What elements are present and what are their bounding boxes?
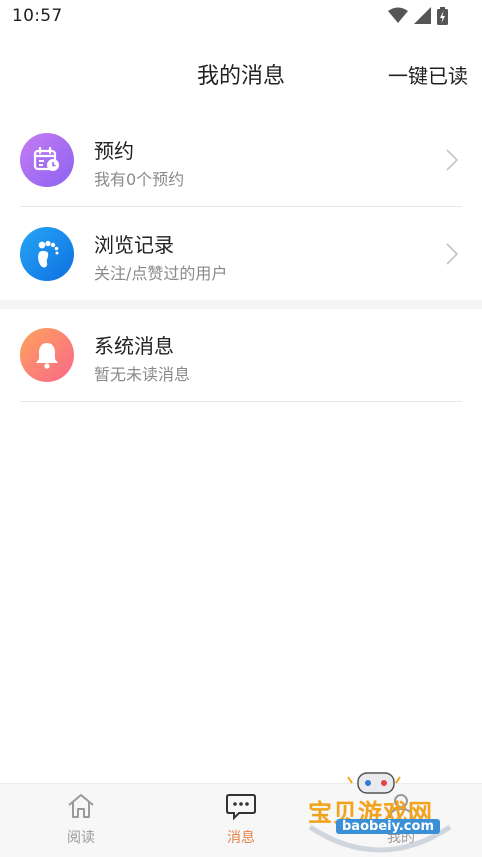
list-item-title: 预约 bbox=[94, 139, 134, 163]
list-item-subtitle: 暂无未读消息 bbox=[94, 365, 191, 384]
watermark-logo: 宝贝游戏网 baobeiy.com bbox=[300, 765, 460, 855]
footprint-icon bbox=[20, 227, 74, 281]
screen: 10:57 我的消息 一键已读 预约 我有0个预约 浏览记录 关注/点赞过的用户… bbox=[0, 0, 482, 857]
status-bar: 10:57 bbox=[0, 0, 482, 34]
tab-label: 阅读 bbox=[67, 830, 95, 846]
chat-icon bbox=[226, 794, 256, 821]
chevron-right-icon bbox=[446, 243, 458, 265]
tab-read[interactable]: 阅读 bbox=[36, 792, 126, 852]
list-item-subtitle: 关注/点赞过的用户 bbox=[94, 264, 228, 283]
watermark-url: baobeiy.com bbox=[336, 819, 440, 834]
bell-icon bbox=[20, 328, 74, 382]
wifi-icon bbox=[388, 7, 408, 23]
list-item-title: 浏览记录 bbox=[94, 233, 174, 257]
battery-icon bbox=[437, 7, 448, 25]
status-icons bbox=[388, 7, 448, 25]
tab-label: 消息 bbox=[227, 830, 255, 846]
list-item-system-messages[interactable]: 系统消息 暂无未读消息 bbox=[0, 308, 482, 402]
home-icon bbox=[68, 794, 94, 818]
mark-all-read-button[interactable]: 一键已读 bbox=[388, 60, 468, 89]
chevron-right-icon bbox=[446, 149, 458, 171]
divider bbox=[20, 401, 462, 402]
calendar-clock-icon bbox=[20, 133, 74, 187]
cellular-signal-icon bbox=[414, 7, 431, 24]
list-item-title: 系统消息 bbox=[94, 334, 174, 358]
list-item-subtitle: 我有0个预约 bbox=[94, 170, 185, 189]
tab-messages[interactable]: 消息 bbox=[196, 792, 286, 852]
list-item-browse-history[interactable]: 浏览记录 关注/点赞过的用户 bbox=[0, 207, 482, 301]
status-time: 10:57 bbox=[12, 6, 63, 26]
header: 我的消息 一键已读 bbox=[0, 44, 482, 100]
list-item-appointment[interactable]: 预约 我有0个预约 bbox=[0, 113, 482, 207]
